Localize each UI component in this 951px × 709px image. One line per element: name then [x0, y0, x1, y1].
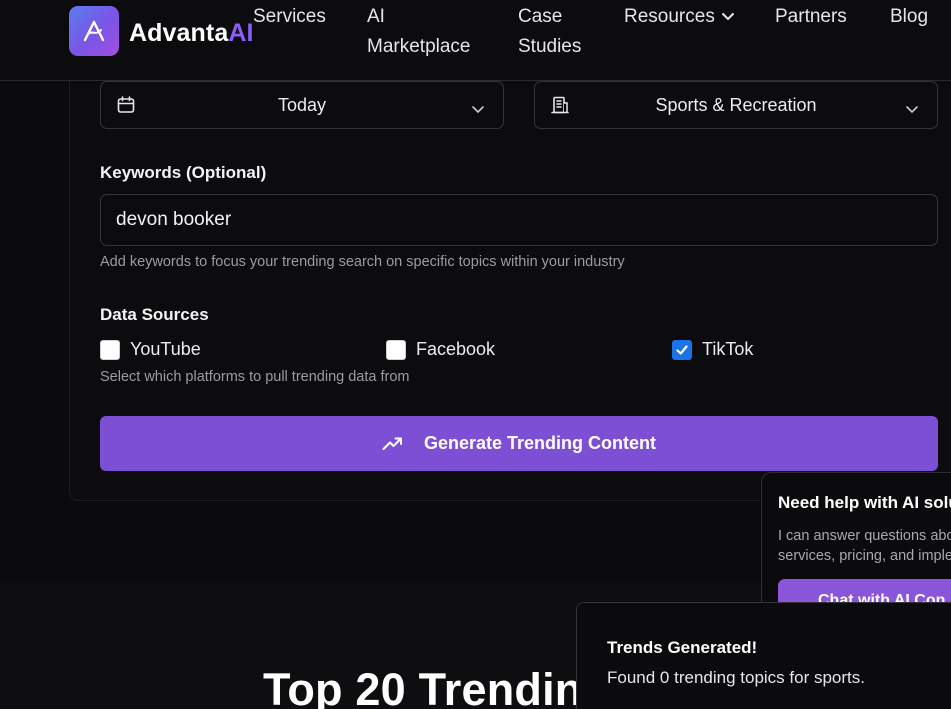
brand-name[interactable]: AdvantaAI — [129, 19, 254, 48]
tiktok-label: TikTok — [702, 339, 754, 359]
keywords-help-text: Add keywords to focus your trending sear… — [100, 254, 625, 270]
nav-resources[interactable]: Resources — [624, 2, 735, 32]
chat-popup-title: Need help with AI solu — [778, 493, 951, 512]
chevron-down-icon — [905, 99, 919, 120]
trends-generated-toast: Trends Generated! Found 0 trending topic… — [576, 602, 951, 709]
nav-resources-label: Resources — [624, 6, 715, 28]
brand-name-main: Advanta — [129, 19, 229, 47]
youtube-checkbox[interactable] — [100, 339, 120, 360]
facebook-checkbox[interactable] — [386, 339, 406, 360]
nav-ai-marketplace[interactable]: AI Marketplace — [367, 2, 471, 62]
data-sources-help-text: Select which platforms to pull trending … — [100, 369, 410, 385]
brand-name-accent: AI — [228, 19, 254, 47]
industry-value: Sports & Recreation — [655, 94, 817, 115]
nav-case-studies[interactable]: Case Studies — [518, 2, 581, 62]
section-title: Top 20 Trendinc — [263, 664, 608, 709]
chat-popup-line-1: I can answer questions abo — [778, 528, 951, 544]
chat-popup-body: I can answer questions abo services, pri… — [778, 526, 951, 566]
trending-up-icon — [382, 436, 404, 452]
industry-select[interactable]: Sports & Recreation — [534, 81, 938, 129]
keywords-input[interactable] — [100, 194, 938, 246]
generate-trending-button[interactable]: Generate Trending Content — [100, 416, 938, 471]
nav-blog[interactable]: Blog — [890, 2, 928, 32]
source-facebook[interactable]: Facebook — [386, 339, 495, 360]
source-youtube[interactable]: YouTube — [100, 339, 201, 360]
toast-message: Found 0 trending topics for sports. — [607, 668, 865, 687]
nav-partners[interactable]: Partners — [775, 2, 847, 32]
top-navigation: AdvantaAI Services AI Marketplace Case S… — [0, 0, 951, 81]
nav-services[interactable]: Services — [253, 2, 326, 32]
source-tiktok[interactable]: TikTok — [672, 339, 753, 360]
timeframe-value: Today — [277, 94, 327, 115]
timeframe-select[interactable]: Today — [100, 81, 504, 129]
keywords-label: Keywords (Optional) — [100, 163, 267, 182]
chevron-down-icon — [721, 2, 735, 32]
logo-icon[interactable] — [69, 6, 119, 56]
tiktok-checkbox[interactable] — [672, 339, 692, 360]
generate-button-label: Generate Trending Content — [423, 433, 657, 453]
data-sources-label: Data Sources — [100, 305, 209, 324]
toast-title: Trends Generated! — [607, 638, 758, 657]
checkmark-icon — [676, 344, 688, 355]
youtube-label: YouTube — [130, 339, 201, 359]
chevron-down-icon — [471, 99, 485, 120]
facebook-label: Facebook — [416, 339, 496, 359]
building-icon — [550, 95, 570, 120]
calendar-icon — [116, 95, 136, 120]
chat-popup-line-2: services, pricing, and imple — [778, 548, 951, 564]
